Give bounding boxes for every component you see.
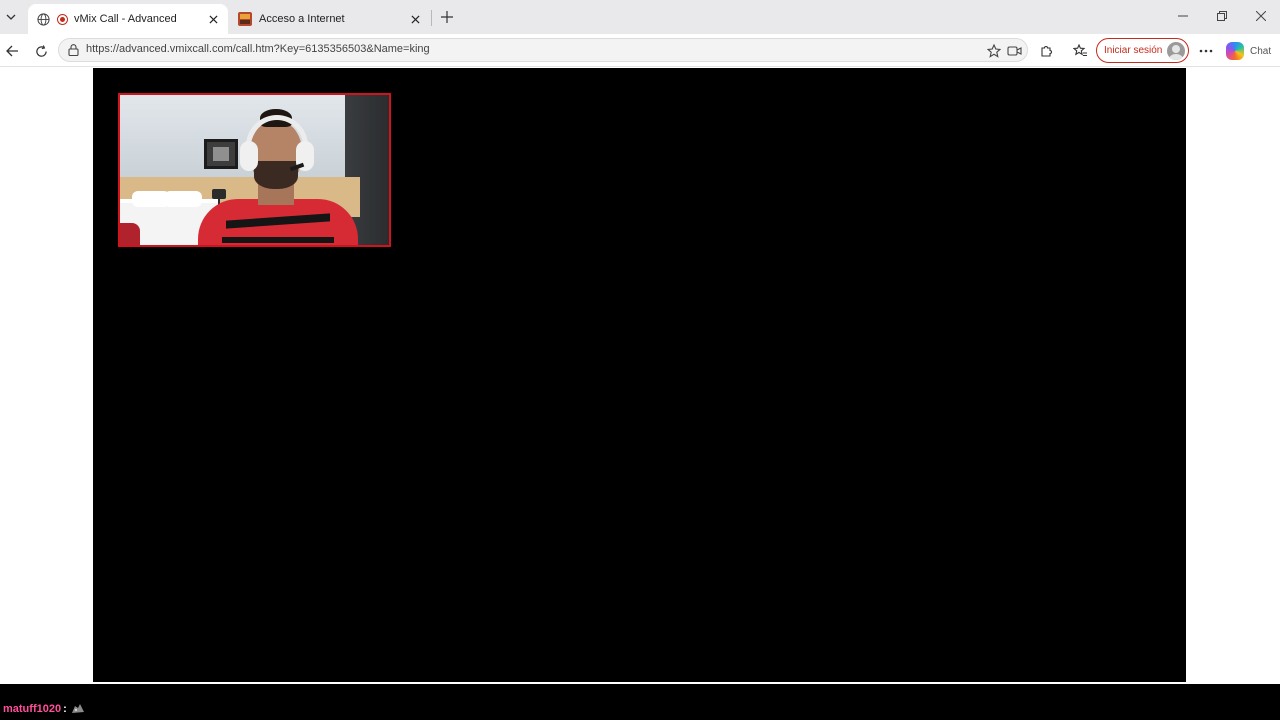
recording-icon	[57, 13, 68, 25]
puzzle-icon	[1041, 46, 1052, 57]
favorites-list-icon	[1072, 44, 1087, 57]
plus-icon	[441, 11, 453, 23]
minimize-icon	[1177, 15, 1188, 17]
participant-torso	[198, 199, 358, 245]
close-tab-icon[interactable]	[406, 10, 424, 28]
tab-strip: vMix Call - Advanced Acceso a Internet	[0, 0, 1280, 34]
profile-avatar-icon	[1167, 42, 1185, 60]
page-content	[0, 68, 1280, 684]
back-button[interactable]	[0, 39, 24, 63]
portal-favicon-icon	[238, 12, 252, 26]
emote-icon	[71, 703, 85, 715]
favorites-button[interactable]	[1068, 39, 1092, 63]
close-window-button[interactable]	[1241, 0, 1280, 32]
chevron-down-icon	[6, 14, 16, 20]
more-horizontal-icon	[1199, 49, 1213, 53]
copilot-chat-button[interactable]: Chat	[1226, 39, 1271, 63]
restore-button[interactable]	[1202, 0, 1241, 32]
globe-icon	[36, 12, 50, 26]
vmix-call-stage	[93, 68, 1186, 682]
new-tab-button[interactable]	[437, 6, 457, 28]
browser-toolbar: https://advanced.vmixcall.com/call.htm?K…	[0, 34, 1280, 67]
tab-title: Acceso a Internet	[259, 13, 345, 25]
close-icon	[1255, 11, 1266, 21]
refresh-icon	[35, 44, 47, 57]
chat-username: matuff1020	[3, 703, 62, 715]
participant-beard	[254, 161, 298, 189]
camera-scene-pillow	[164, 191, 202, 207]
camera-scene-picture	[204, 139, 238, 169]
camera-scene-lamp	[212, 189, 226, 199]
site-info-icon[interactable]	[66, 43, 80, 57]
restore-icon	[1216, 11, 1227, 21]
favorite-star-icon[interactable]	[985, 42, 1003, 60]
tab-actions-menu-button[interactable]	[0, 4, 22, 30]
copilot-label: Chat	[1250, 45, 1272, 57]
settings-more-button[interactable]	[1194, 39, 1218, 63]
back-arrow-icon	[6, 45, 18, 57]
chat-separator: :	[63, 703, 67, 715]
sign-in-button[interactable]: Iniciar sesión	[1096, 38, 1189, 63]
tab-acceso-internet[interactable]: Acceso a Internet	[230, 4, 430, 34]
camera-in-use-icon[interactable]	[1005, 42, 1023, 60]
headset-ear-cup	[240, 141, 258, 171]
tab-divider	[431, 10, 432, 26]
local-camera-preview[interactable]	[118, 93, 391, 247]
copilot-icon	[1226, 42, 1244, 60]
chat-message: matuff1020 :	[3, 703, 85, 715]
window-controls	[1163, 0, 1280, 32]
close-tab-icon[interactable]	[204, 10, 222, 28]
sign-in-label: Iniciar sesión	[1104, 45, 1163, 56]
extensions-button[interactable]	[1034, 39, 1058, 63]
tab-vmix-call[interactable]: vMix Call - Advanced	[28, 4, 228, 34]
camera-scene-blanket	[120, 223, 140, 245]
stream-chat-overlay: matuff1020 :	[0, 684, 1280, 720]
url-text[interactable]: https://advanced.vmixcall.com/call.htm?K…	[86, 43, 430, 55]
tab-title: vMix Call - Advanced	[74, 13, 177, 25]
minimize-button[interactable]	[1163, 0, 1202, 32]
reload-button[interactable]	[29, 39, 53, 63]
address-bar[interactable]: https://advanced.vmixcall.com/call.htm?K…	[58, 38, 1028, 62]
